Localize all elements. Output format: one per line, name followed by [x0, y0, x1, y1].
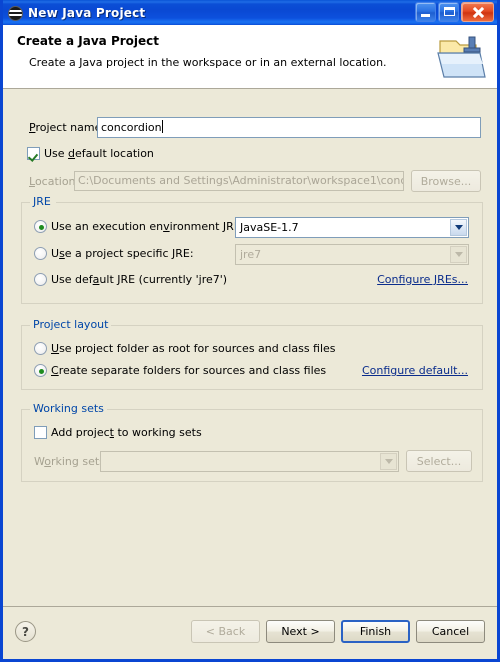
working-sets-group: Working sets Add project to working sets…: [21, 402, 483, 482]
jre-option-project-specific[interactable]: Use a project specific JRE:: [34, 247, 194, 260]
jre-option-execution-env[interactable]: Use an execution environment JRE:: [34, 220, 244, 233]
cancel-button[interactable]: Cancel: [416, 620, 485, 643]
use-default-location-label: Use default location: [44, 147, 154, 160]
close-icon: [472, 6, 485, 19]
finish-button-label: Finish: [359, 625, 392, 638]
project-layout-group: Project layout Use project folder as roo…: [21, 318, 483, 390]
finish-button[interactable]: Finish: [341, 620, 410, 643]
window-title: New Java Project: [28, 5, 146, 20]
working-sets-label: Working sets:: [34, 454, 109, 468]
execution-env-value: JavaSE-1.7: [240, 221, 299, 234]
maximize-icon: [444, 7, 455, 16]
use-default-location-checkbox[interactable]: [27, 147, 40, 160]
dialog-body: Project name: concordion Use default loc…: [3, 89, 497, 654]
new-java-project-dialog: New Java Project Create a Java Project C…: [0, 0, 500, 662]
chevron-down-icon[interactable]: [450, 219, 467, 236]
project-specific-radio[interactable]: [34, 247, 47, 260]
location-label: Location:: [29, 174, 80, 188]
next-button[interactable]: Next >: [266, 620, 335, 643]
project-folder-root-radio[interactable]: [34, 342, 47, 355]
execution-env-label: Use an execution environment JRE:: [51, 220, 245, 233]
working-sets-row: Working sets: Select...: [34, 450, 472, 472]
add-to-working-sets-checkbox[interactable]: [34, 426, 47, 439]
page-description: Create a Java project in the workspace o…: [29, 56, 387, 69]
minimize-icon: [421, 14, 430, 17]
wizard-buttons: < Back Next > Finish Cancel: [191, 620, 485, 643]
window-controls: [415, 2, 494, 22]
separate-folders-label: Create separate folders for sources and …: [51, 364, 327, 377]
configure-default-link[interactable]: Configure default...: [362, 364, 468, 377]
working-sets-group-title: Working sets: [30, 402, 107, 415]
jre-group: JRE Use an execution environment JRE: Ja…: [21, 195, 483, 304]
maximize-button[interactable]: [438, 2, 459, 22]
back-button: < Back: [191, 620, 260, 643]
working-sets-combo: [100, 450, 399, 472]
browse-button: Browse...: [411, 170, 481, 192]
project-specific-combo: jre7: [235, 244, 469, 265]
location-input: C:\Documents and Settings\Administrator\…: [74, 171, 404, 191]
project-layout-group-title: Project layout: [30, 318, 112, 331]
project-folder-root-label: Use project folder as root for sources a…: [51, 342, 336, 355]
configure-jres-link[interactable]: Configure JREs...: [377, 273, 468, 286]
project-specific-label: Use a project specific JRE:: [51, 247, 194, 260]
select-working-sets-button: Select...: [406, 450, 472, 472]
execution-env-combo[interactable]: JavaSE-1.7: [235, 217, 469, 238]
eclipse-icon: [8, 5, 24, 21]
page-title: Create a Java Project: [17, 34, 160, 48]
project-name-input[interactable]: concordion: [97, 117, 481, 138]
project-name-value: concordion: [101, 121, 162, 134]
location-row: Location: C:\Documents and Settings\Admi…: [29, 170, 481, 192]
title-bar: New Java Project: [3, 0, 497, 25]
execution-env-radio[interactable]: [34, 220, 47, 233]
project-name-label: Project name:: [29, 121, 106, 134]
jre-group-title: JRE: [30, 195, 54, 208]
jre-option-default[interactable]: Use default JRE (currently 'jre7'): [34, 273, 227, 286]
chevron-down-icon: [380, 452, 397, 470]
close-button[interactable]: [461, 2, 494, 22]
default-jre-label: Use default JRE (currently 'jre7'): [51, 273, 228, 286]
text-caret: [161, 120, 163, 133]
help-icon[interactable]: ?: [15, 621, 36, 642]
next-button-label: Next >: [281, 625, 320, 638]
wizard-header: Create a Java Project Create a Java proj…: [3, 25, 497, 89]
add-to-working-sets-row[interactable]: Add project to working sets: [34, 426, 202, 439]
layout-option-project-folder[interactable]: Use project folder as root for sources a…: [34, 342, 336, 355]
chevron-down-icon: [450, 246, 467, 263]
java-project-folder-icon: [436, 33, 488, 81]
add-to-working-sets-label: Add project to working sets: [51, 426, 202, 439]
separate-folders-radio[interactable]: [34, 364, 47, 377]
project-specific-value: jre7: [240, 248, 262, 261]
layout-option-separate-folders[interactable]: Create separate folders for sources and …: [34, 364, 326, 377]
dialog-footer: ? < Back Next > Finish Cancel: [3, 607, 497, 656]
minimize-button[interactable]: [415, 2, 436, 22]
default-jre-radio[interactable]: [34, 273, 47, 286]
location-value: C:\Documents and Settings\Administrator\…: [78, 174, 404, 187]
project-name-row: Project name: concordion: [29, 117, 481, 138]
use-default-location-row[interactable]: Use default location: [27, 147, 154, 160]
